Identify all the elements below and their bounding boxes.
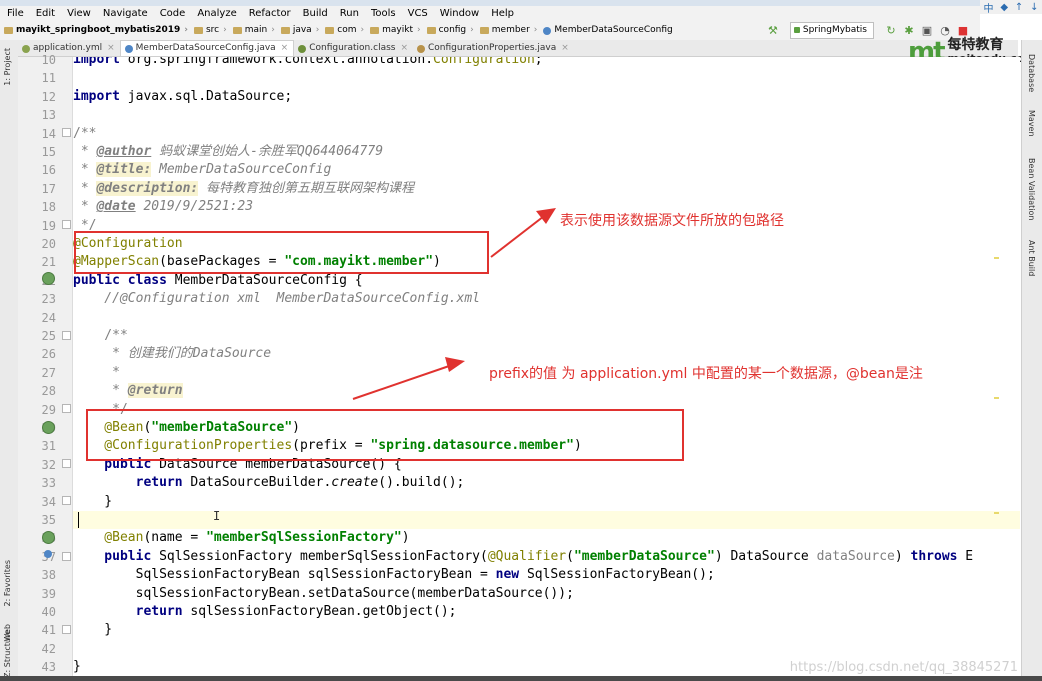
- arrow-head-2: [445, 357, 465, 372]
- arrow-head-1: [536, 208, 556, 224]
- callout-package-path: 表示使用该数据源文件所放的包路径: [560, 213, 784, 229]
- annotation-arrows: [352, 208, 556, 400]
- callout-prefix: prefix的值 为 application.yml 中配置的某一个数据源，@b…: [489, 366, 923, 382]
- csdn-watermark: https://blog.csdn.net/qq_38845271: [789, 660, 1018, 675]
- arrow-line-2: [352, 363, 456, 400]
- status-bar-edge: [0, 676, 1042, 681]
- arrow-line-1: [490, 212, 549, 258]
